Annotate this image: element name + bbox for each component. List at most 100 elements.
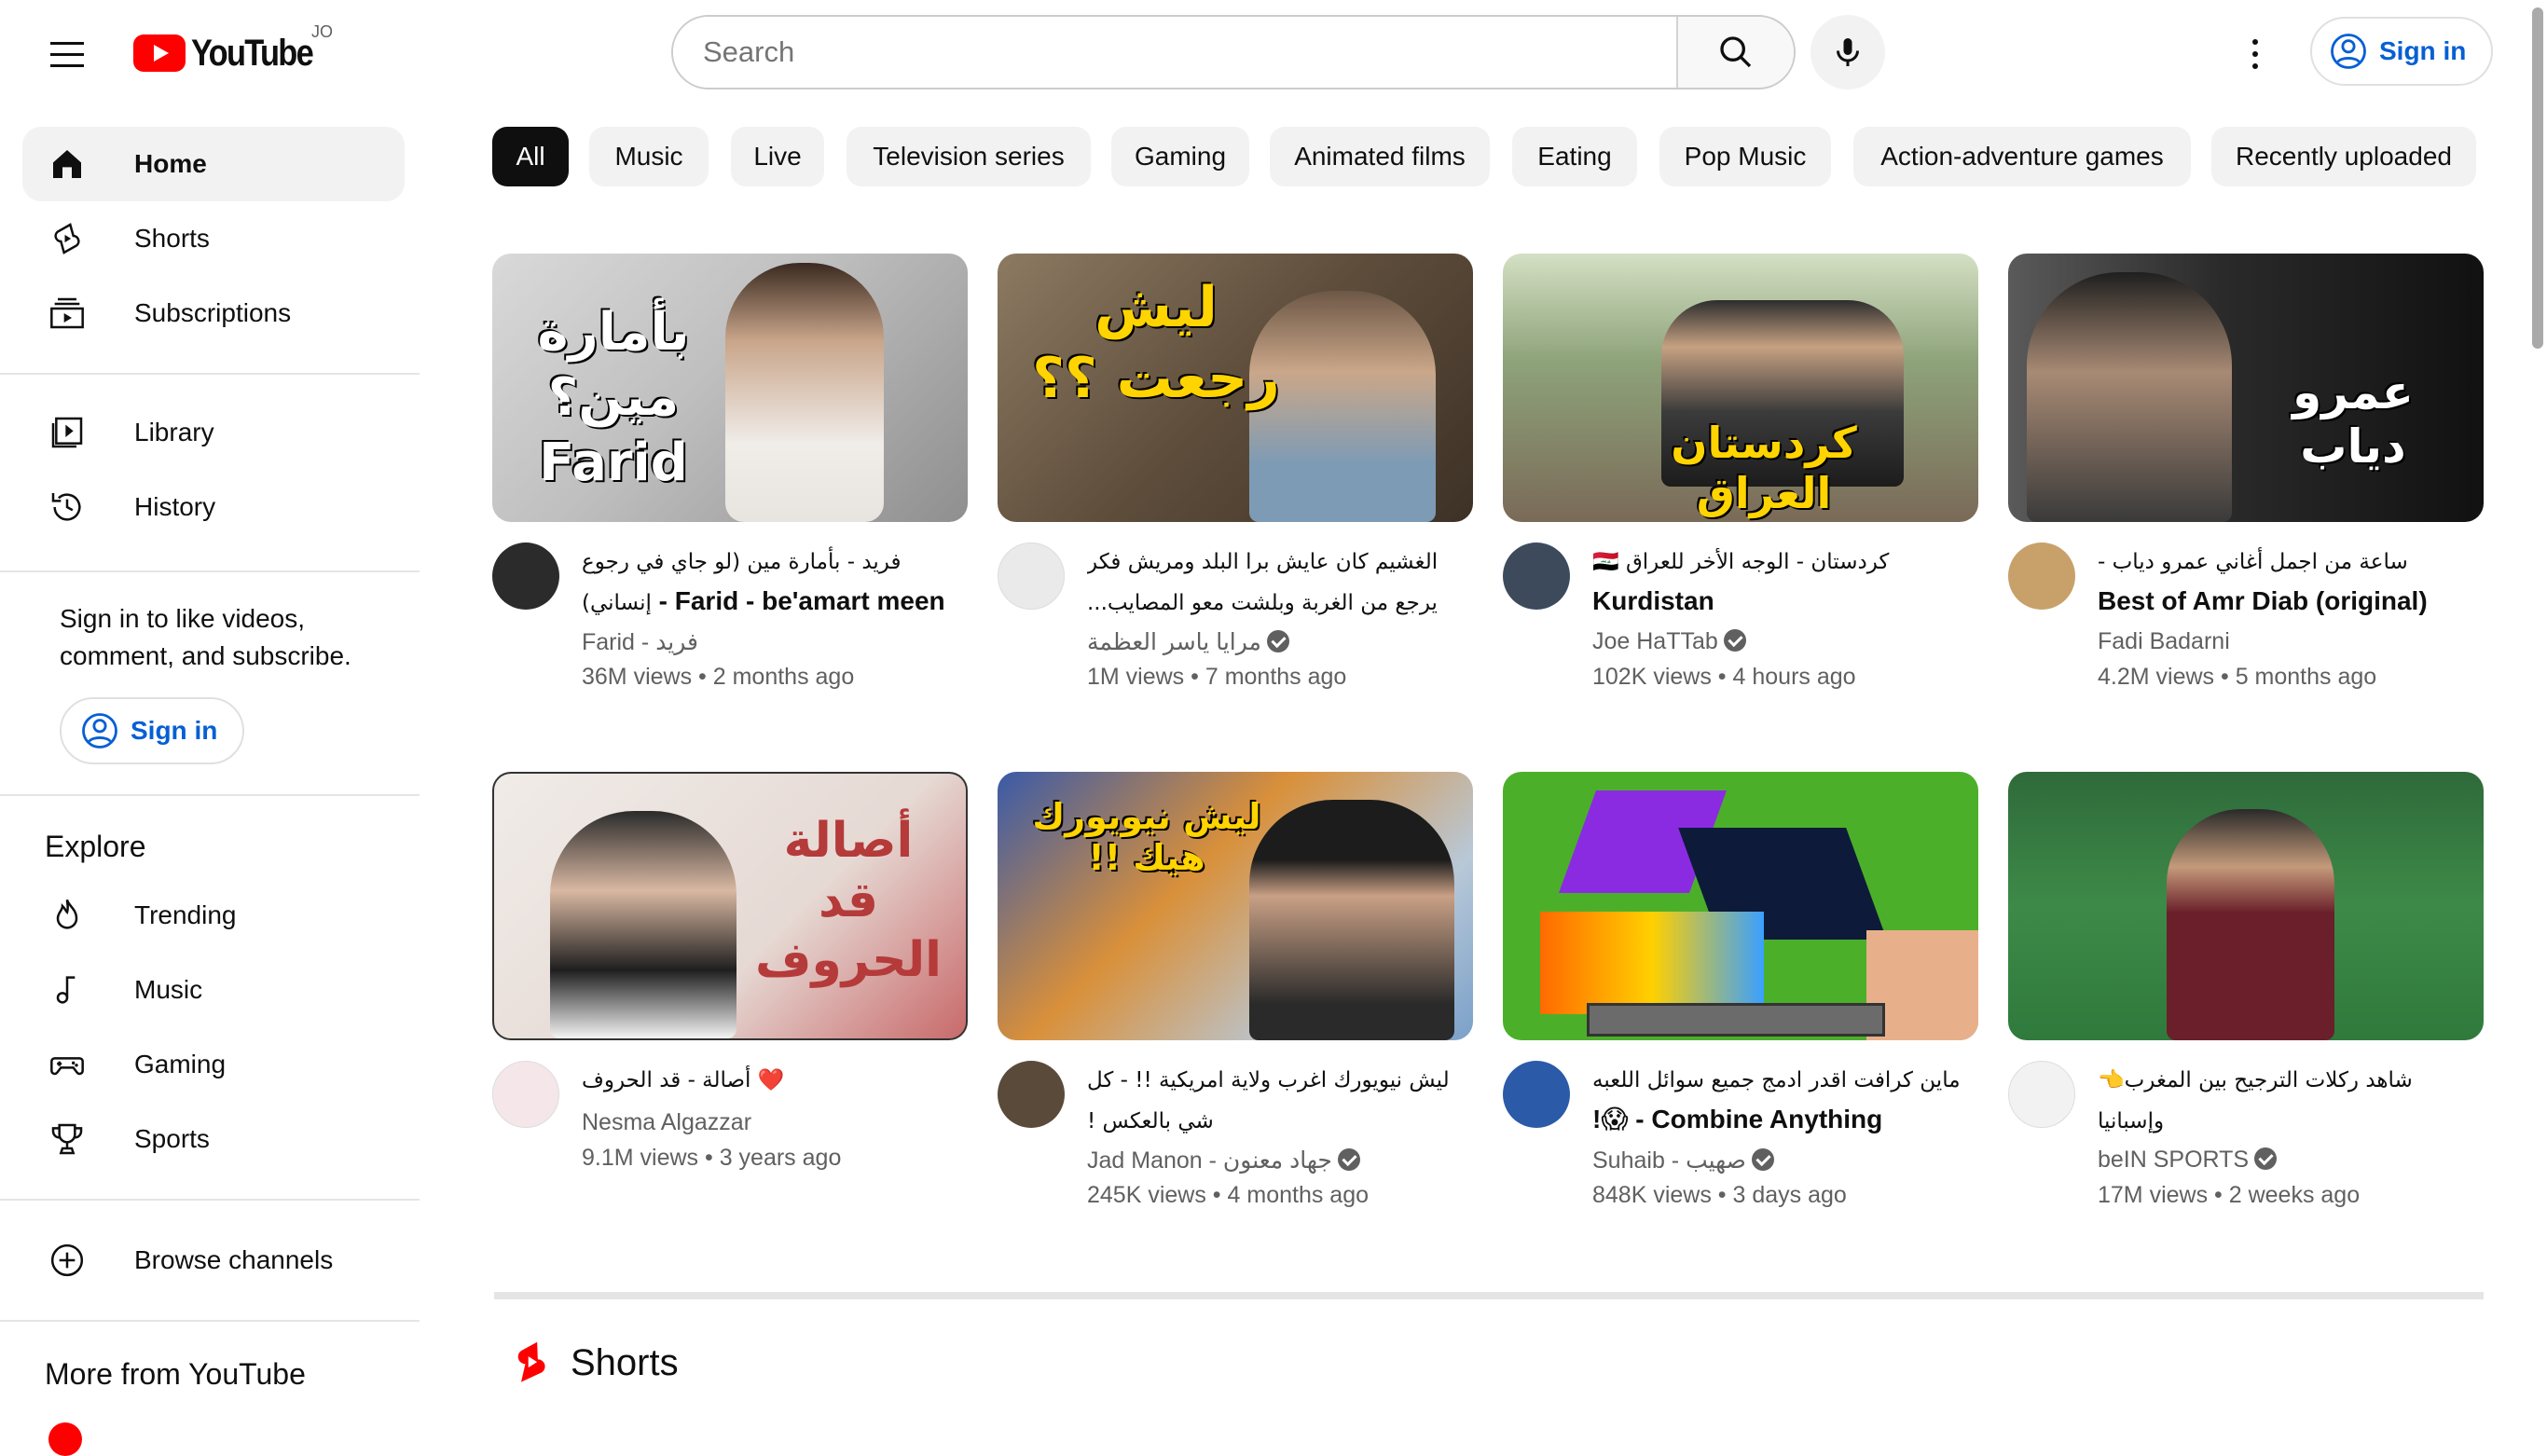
microphone-icon — [1837, 38, 1859, 66]
thumbnail-text: كردستان العراق — [1671, 418, 1857, 518]
youtube-premium-icon[interactable] — [48, 1422, 82, 1456]
sidebar-item-music[interactable]: Music — [22, 953, 405, 1027]
video-title[interactable]: الغشيم كان عايش برا البلد ومريش فكر يرجع… — [1087, 541, 1469, 617]
channel-avatar[interactable] — [1503, 1061, 1570, 1128]
video-stats: 17M views • 2 weeks ago — [2098, 1182, 2361, 1208]
video-thumbnail[interactable]: بأمارة مين؟ Farid — [492, 254, 968, 522]
chip-all[interactable]: All — [492, 127, 569, 186]
video-thumbnail[interactable]: ليش رجعت ؟؟ — [998, 254, 1473, 522]
sidebar: Home Shorts Subscriptions Library Histor… — [0, 104, 420, 1456]
sign-in-button[interactable]: Sign in — [2310, 17, 2493, 86]
chip-action-adventure-games[interactable]: Action-adventure games — [1853, 127, 2191, 186]
channel-name[interactable]: beIN SPORTS — [2098, 1147, 2278, 1174]
video-card[interactable]: ليش نيويورك هيك !! ليش نيويورك اغرب ولاي… — [998, 772, 1473, 1219]
video-thumbnail[interactable]: كردستان العراق — [1503, 254, 1978, 522]
top-header: YouTube JO Sign in — [0, 0, 2547, 104]
sidebar-item-library[interactable]: Library — [22, 395, 405, 470]
thumbnail-figure — [2167, 809, 2334, 1040]
channel-name[interactable]: Fadi Badarni — [2098, 628, 2230, 655]
video-title[interactable]: ❤️ أصالة - قد الحروف — [582, 1059, 964, 1100]
video-stats: 848K views • 3 days ago — [1592, 1182, 1847, 1208]
sidebar-item-home[interactable]: Home — [22, 127, 405, 201]
video-card[interactable]: عمرو دياب ساعة من اجمل أغاني عمرو دياب -… — [2008, 254, 2484, 701]
video-card[interactable]: أصالة قد الحروف ❤️ أصالة - قد الحروف Nes… — [492, 772, 968, 1219]
chip-gaming[interactable]: Gaming — [1111, 127, 1249, 186]
channel-avatar[interactable] — [998, 1061, 1065, 1128]
channel-name[interactable]: Farid - فريد — [582, 628, 698, 656]
channel-name[interactable]: مرايا ياسر العظمة — [1087, 628, 1289, 656]
search-button[interactable] — [1676, 17, 1794, 88]
chip-pop-music[interactable]: Pop Music — [1659, 127, 1831, 186]
chip-eating[interactable]: Eating — [1512, 127, 1637, 186]
thumbnail-hotbar — [1587, 1003, 1885, 1037]
scrollbar-thumb[interactable] — [2532, 7, 2543, 349]
sidebar-item-browse-channels[interactable]: Browse channels — [22, 1223, 405, 1298]
chip-recently-uploaded[interactable]: Recently uploaded — [2211, 127, 2476, 186]
page-scrollbar[interactable] — [2528, 0, 2547, 1432]
video-title[interactable]: كردستان - الوجه الأخر للعراق 🇮🇶 Kurdistan — [1592, 541, 1975, 617]
home-icon — [47, 144, 88, 185]
sidebar-sign-in-button[interactable]: Sign in — [60, 697, 244, 764]
voice-search-button[interactable] — [1810, 15, 1885, 89]
video-thumbnail[interactable]: ليش نيويورك هيك !! — [998, 772, 1473, 1040]
account-icon — [2331, 34, 2366, 69]
channel-avatar[interactable] — [492, 543, 559, 610]
chip-animated-films[interactable]: Animated films — [1270, 127, 1490, 186]
explore-heading: Explore — [45, 830, 146, 863]
sidebar-item-trending[interactable]: Trending — [22, 878, 405, 953]
video-thumbnail[interactable] — [2008, 772, 2484, 1040]
sidebar-item-gaming[interactable]: Gaming — [22, 1027, 405, 1102]
video-card[interactable]: كردستان العراق كردستان - الوجه الأخر للع… — [1503, 254, 1978, 701]
video-thumbnail[interactable]: عمرو دياب — [2008, 254, 2484, 522]
video-title[interactable]: ساعة من اجمل أغاني عمرو دياب - Best of Am… — [2098, 541, 2480, 617]
sign-in-message: Sign in to like videos, comment, and sub… — [60, 604, 351, 670]
sidebar-item-subscriptions[interactable]: Subscriptions — [22, 276, 405, 350]
thumbnail-text: بأمارة مين؟ Farid — [537, 302, 690, 493]
sidebar-item-shorts[interactable]: Shorts — [22, 201, 405, 276]
channel-avatar[interactable] — [492, 1061, 559, 1128]
chip-music[interactable]: Music — [589, 127, 709, 186]
video-stats: 1M views • 7 months ago — [1087, 664, 1347, 690]
history-icon — [47, 487, 88, 528]
channel-avatar[interactable] — [998, 543, 1065, 610]
hamburger-menu-icon[interactable] — [41, 28, 93, 80]
video-card[interactable]: ليش رجعت ؟؟ الغشيم كان عايش برا البلد وم… — [998, 254, 1473, 701]
channel-name[interactable]: Nesma Algazzar — [582, 1109, 751, 1136]
video-thumbnail[interactable] — [1503, 772, 1978, 1040]
sidebar-divider — [0, 373, 420, 375]
thumbnail-text: ليش رجعت ؟؟ — [1032, 275, 1280, 411]
chip-live[interactable]: Live — [731, 127, 824, 186]
channel-avatar[interactable] — [2008, 1061, 2075, 1128]
video-title[interactable]: ليش نيويورك اغرب ولاية امريكية !! - كل ش… — [1087, 1059, 1469, 1135]
video-title[interactable]: فريد - بأمارة مين (لو جاي في رجوع إنساني… — [582, 541, 964, 617]
channel-name[interactable]: Joe HaTTab — [1592, 628, 1746, 655]
music-icon — [47, 969, 88, 1010]
sidebar-item-sports[interactable]: Sports — [22, 1102, 405, 1176]
settings-more-icon[interactable] — [2232, 28, 2279, 80]
shorts-logo-icon — [517, 1341, 545, 1382]
video-card[interactable]: بأمارة مين؟ Farid فريد - بأمارة مين (لو … — [492, 254, 968, 701]
channel-name[interactable]: Jad Manon - جهاد معنون — [1087, 1147, 1360, 1174]
search-icon — [1720, 36, 1752, 68]
more-from-youtube-heading: More from YouTube — [45, 1357, 306, 1391]
video-stats: 102K views • 4 hours ago — [1592, 664, 1856, 690]
channel-name[interactable]: Suhaib - صهيب — [1592, 1147, 1774, 1174]
chip-television-series[interactable]: Television series — [847, 127, 1091, 186]
sidebar-item-history[interactable]: History — [22, 470, 405, 544]
video-title[interactable]: ماين كرافت اقدر ادمج جميع سوائل اللعبه !😱… — [1592, 1059, 1975, 1135]
channel-avatar[interactable] — [1503, 543, 1570, 610]
channel-avatar[interactable] — [2008, 543, 2075, 610]
video-stats: 4.2M views • 5 months ago — [2098, 664, 2377, 690]
video-card[interactable]: شاهد ركلات الترجيح بين المغرب👈 وإسبانيا … — [2008, 772, 2484, 1219]
youtube-logo[interactable]: YouTube — [133, 30, 332, 76]
sidebar-divider — [0, 1320, 420, 1322]
video-stats: 245K views • 4 months ago — [1087, 1182, 1370, 1208]
add-circle-icon — [47, 1240, 88, 1281]
video-thumbnail[interactable]: أصالة قد الحروف — [492, 772, 968, 1040]
video-card[interactable]: ماين كرافت اقدر ادمج جميع سوائل اللعبه !😱… — [1503, 772, 1978, 1219]
subscriptions-icon — [47, 293, 88, 334]
thumbnail-text: ليش نيويورك هيك !! — [1032, 796, 1261, 878]
thumbnail-figure — [725, 263, 884, 522]
search-input[interactable] — [673, 17, 1676, 88]
video-title[interactable]: شاهد ركلات الترجيح بين المغرب👈 وإسبانيا — [2098, 1059, 2480, 1135]
